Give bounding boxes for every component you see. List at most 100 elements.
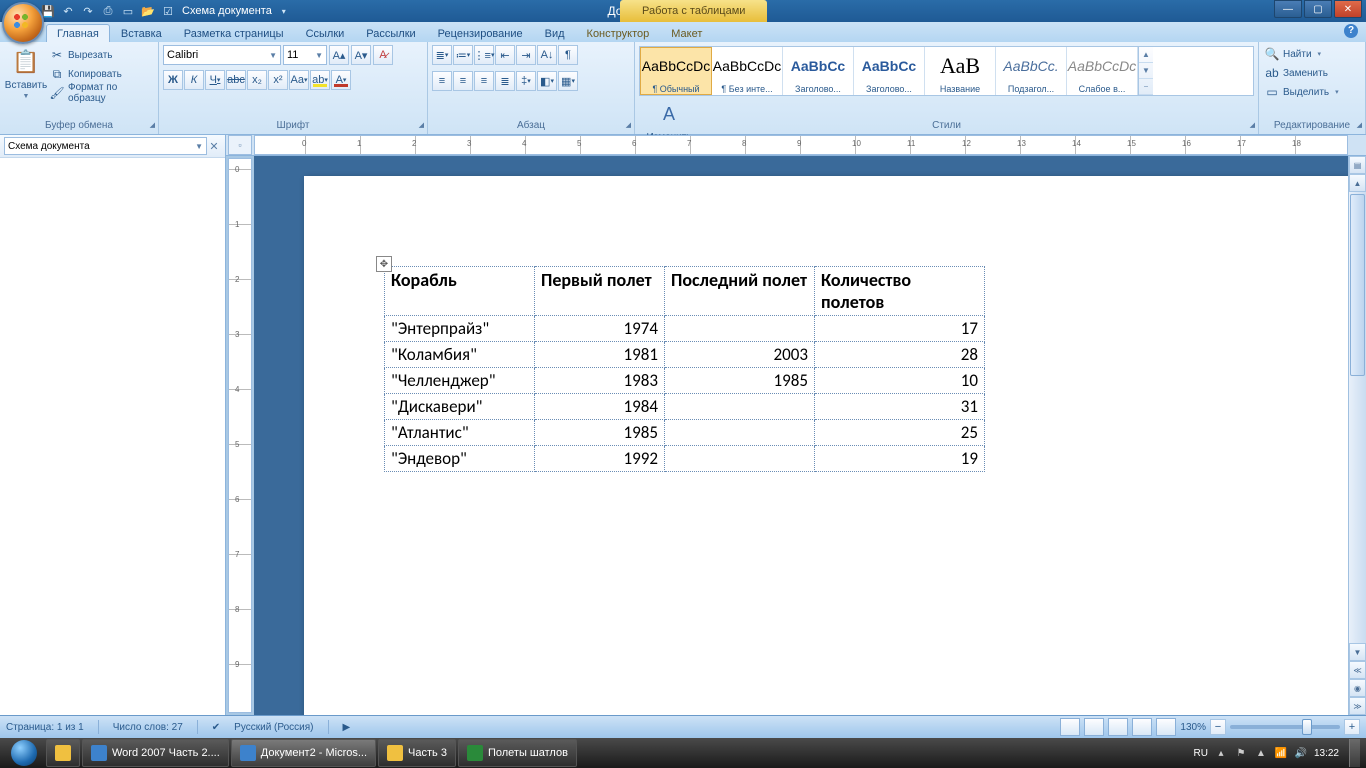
taskbar-item[interactable]: Документ2 - Micros... [231,739,376,767]
docmap-close-button[interactable]: ✕ [207,140,221,153]
tab-review[interactable]: Рецензирование [427,24,534,42]
document-table[interactable]: КорабльПервый полетПоследний полетКоличе… [384,266,985,472]
align-left-button[interactable]: ≡ [432,71,452,91]
select-button[interactable]: ▭Выделить▾ [1263,83,1361,101]
replace-button[interactable]: abЗаменить [1263,64,1361,82]
tray-clock[interactable]: 13:22 [1314,748,1339,759]
tray-volume-icon[interactable]: 🔊 [1294,746,1308,760]
align-right-button[interactable]: ≡ [474,71,494,91]
vertical-scrollbar[interactable]: ▤ ▲ ▼ ≪ ◉ ≫ [1348,156,1366,715]
view-print-layout[interactable] [1060,718,1080,736]
justify-button[interactable]: ≣ [495,71,515,91]
office-button[interactable] [2,2,44,44]
tab-references[interactable]: Ссылки [295,24,356,42]
align-center-button[interactable]: ≡ [453,71,473,91]
indent-dec-button[interactable]: ⇤ [495,45,515,65]
style-item[interactable]: AaBbCcDc¶ Без инте... [712,47,783,95]
table-row[interactable]: "Челленджер"1983198510 [385,368,985,394]
style-item[interactable]: AaBbCcDcСлабое в... [1067,47,1138,95]
view-web-layout[interactable] [1108,718,1128,736]
change-case-button[interactable]: Aa▾ [289,70,309,90]
page[interactable]: ✥ КорабльПервый полетПоследний полетКоли… [304,176,1348,715]
table-header[interactable]: Количество полетов [815,267,985,316]
format-painter-button[interactable]: 🖌Формат по образцу [48,84,154,102]
status-macro-icon[interactable]: ▶ [343,722,351,733]
superscript-button[interactable]: x² [268,70,288,90]
zoom-out-button[interactable]: − [1210,719,1226,735]
shrink-font-button[interactable]: A▾ [351,45,371,65]
taskbar-item[interactable]: Часть 3 [378,739,456,767]
cut-button[interactable]: ✂Вырезать [48,46,154,64]
style-item[interactable]: AaBbCcDc¶ Обычный [640,47,712,95]
sort-button[interactable]: A↓ [537,45,557,65]
table-header[interactable]: Корабль [385,267,535,316]
subscript-button[interactable]: x₂ [247,70,267,90]
zoom-level[interactable]: 130% [1180,722,1206,733]
view-draft[interactable] [1156,718,1176,736]
style-item[interactable]: AaBbCc.Подзагол... [996,47,1067,95]
status-words[interactable]: Число слов: 27 [113,722,183,733]
docmap-body[interactable] [0,158,225,715]
zoom-in-button[interactable]: + [1344,719,1360,735]
underline-button[interactable]: Ч ▾ [205,70,225,90]
start-button[interactable] [4,739,44,767]
minimize-button[interactable]: — [1274,0,1302,18]
show-marks-button[interactable]: ¶ [558,45,578,65]
zoom-slider[interactable] [1230,725,1340,729]
status-proofing-icon[interactable]: ✔ [212,722,220,733]
styles-gallery[interactable]: AaBbCcDc¶ ОбычныйAaBbCcDc¶ Без инте... Aa… [639,46,1254,96]
highlight-button[interactable]: ab▾ [310,70,330,90]
scroll-down-button[interactable]: ▼ [1349,643,1366,661]
taskbar-item[interactable]: Полеты шатлов [458,739,577,767]
taskbar-item[interactable]: Word 2007 Часть 2.... [82,739,229,767]
style-item[interactable]: AaBbCcЗаголово... [854,47,925,95]
scroll-thumb[interactable] [1350,194,1365,376]
shading-button[interactable]: ◧▾ [537,71,557,91]
tray-chevron-icon[interactable]: ▴ [1214,746,1228,760]
clear-formatting-button[interactable]: A̷ [373,45,393,65]
taskbar-pin-explorer[interactable] [46,739,80,767]
indent-inc-button[interactable]: ⇥ [516,45,536,65]
table-move-handle[interactable]: ✥ [376,256,392,272]
bullets-button[interactable]: ≣▾ [432,45,452,65]
docmap-combo[interactable]: Схема документа▼ [4,137,207,155]
page-viewport[interactable]: ✥ КорабльПервый полетПоследний полетКоли… [254,156,1348,715]
view-full-screen[interactable] [1084,718,1104,736]
ruler-toggle-icon[interactable]: ▤ [1349,156,1366,174]
undo-icon[interactable]: ↶ [60,3,76,19]
browse-prev-button[interactable]: ≪ [1349,661,1366,679]
tab-page-layout[interactable]: Разметка страницы [173,24,295,42]
tab-insert[interactable]: Вставка [110,24,173,42]
docmap-check-icon[interactable]: ☑ [160,3,176,19]
horizontal-ruler[interactable]: 0123456789101112131415161718 [254,135,1348,155]
zoom-thumb[interactable] [1302,719,1312,735]
quickprint-icon[interactable]: ⎙ [100,3,116,19]
find-button[interactable]: 🔍Найти▾ [1263,45,1361,63]
close-button[interactable]: ✕ [1334,0,1362,18]
italic-button[interactable]: К [184,70,204,90]
table-row[interactable]: "Энтерпрайз"197417 [385,316,985,342]
bold-button[interactable]: Ж [163,70,183,90]
gallery-scroll[interactable]: ▲▼⎯ [1138,47,1153,95]
numbering-button[interactable]: ≔▾ [453,45,473,65]
tray-network-icon[interactable]: 📶 [1274,746,1288,760]
scroll-track[interactable] [1349,192,1366,643]
status-language[interactable]: Русский (Россия) [234,722,313,733]
vertical-ruler[interactable]: 0123456789101112 [228,158,252,713]
table-header[interactable]: Последний полет [665,267,815,316]
table-row[interactable]: "Коламбия"1981200328 [385,342,985,368]
line-spacing-button[interactable]: ‡▾ [516,71,536,91]
browse-next-button[interactable]: ≫ [1349,697,1366,715]
qat-docmap-label[interactable]: Схема документа [182,5,272,17]
style-item[interactable]: АаВНазвание [925,47,996,95]
ruler-toggle-button[interactable]: ▫ [228,135,252,155]
open-icon[interactable]: 📂 [140,3,156,19]
help-icon[interactable]: ? [1344,24,1358,38]
multilevel-button[interactable]: ⋮≡▾ [474,45,494,65]
copy-button[interactable]: ⧉Копировать [48,65,154,83]
show-desktop-button[interactable] [1349,739,1360,767]
table-row[interactable]: "Атлантис"198525 [385,420,985,446]
tab-mailings[interactable]: Рассылки [355,24,426,42]
redo-icon[interactable]: ↷ [80,3,96,19]
strike-button[interactable]: abc [226,70,246,90]
